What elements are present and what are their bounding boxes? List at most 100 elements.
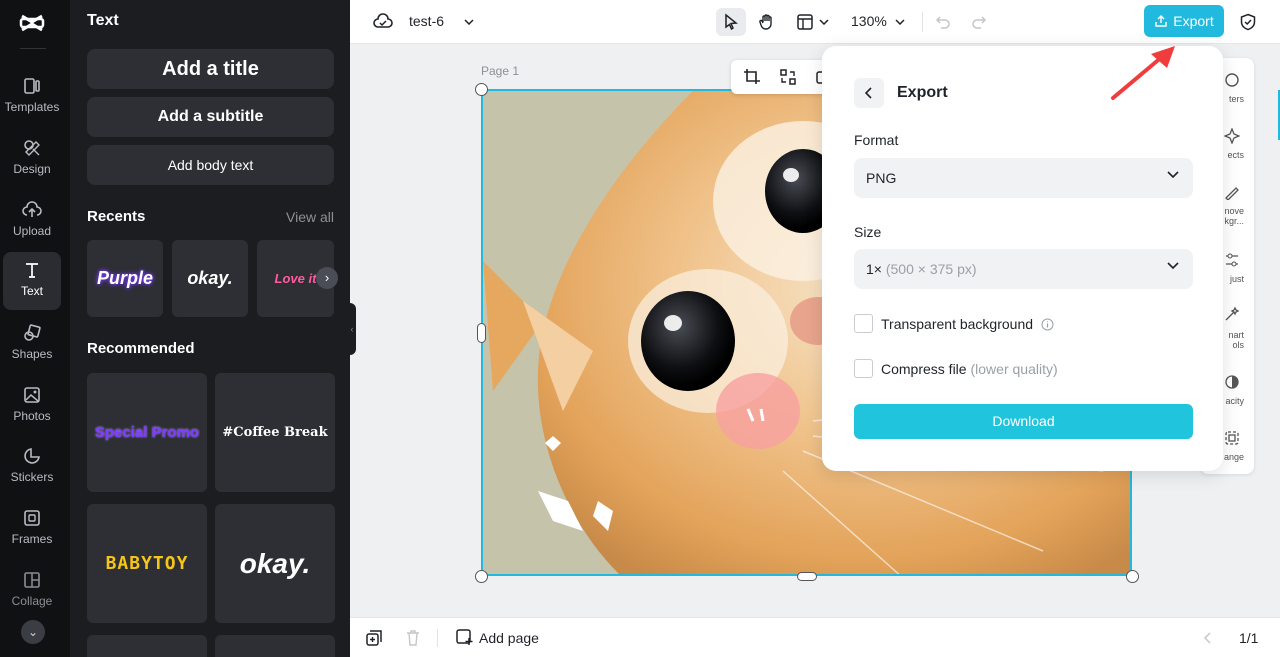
back-button[interactable] [854,78,884,108]
recents-label: Recents [87,208,146,225]
format-select[interactable]: PNG [854,158,1193,198]
format-value: PNG [866,170,897,186]
duplicate-page-icon[interactable] [366,630,382,651]
rail-label: Shapes [11,347,53,361]
rail-label: Templates [4,100,60,114]
resize-handle-bottom[interactable] [797,572,817,581]
stickers-icon [24,448,40,464]
remove-background-icon[interactable] [1224,184,1240,202]
zoom-level[interactable]: 130% [851,13,887,29]
recommended-babytoy[interactable]: BABYTOY [87,504,207,623]
export-dialog-title: Export [897,84,948,101]
effects-icon[interactable] [1223,127,1241,146]
rail-item-text[interactable]: Text [3,252,61,310]
rail-label: Upload [12,224,52,238]
red-arrow-annotation [1111,46,1175,100]
top-toolbar: test-6 130% Export [350,0,1280,44]
project-name[interactable]: test-6 [409,13,444,29]
size-label: Size [854,224,882,240]
chevron-down-icon[interactable] [454,8,484,36]
smart-tools-icon[interactable] [1224,306,1240,324]
download-button[interactable]: Download [854,404,1193,439]
export-label: Export [1173,13,1214,29]
cloud-sync-icon[interactable] [368,8,398,36]
collage-icon [24,572,40,588]
recent-text-purple[interactable]: Purple [87,240,163,317]
chevron-down-icon [1167,262,1179,270]
add-subtitle-button[interactable]: Add a subtitle [87,97,334,137]
rail-label: Photos [13,409,51,423]
resize-handle-bottom-left[interactable] [475,570,488,583]
recommended-tile[interactable] [87,635,207,657]
rail-divider [20,48,46,49]
shield-check-icon[interactable] [1233,8,1263,36]
upload-icon [22,201,42,217]
chevron-down-icon[interactable] [816,8,832,36]
chevron-down-icon[interactable] [891,8,909,36]
undo-icon[interactable] [928,8,958,36]
capcut-logo-icon [17,8,47,38]
page-counter: 1/1 [1239,630,1259,646]
compress-file-checkbox[interactable] [854,359,873,378]
transparent-background-text: Transparent background [881,316,1034,332]
collapse-panel-handle[interactable]: ‹ [348,303,356,355]
add-body-text-button[interactable]: Add body text [87,145,334,185]
redo-icon[interactable] [964,8,994,36]
toolbar-divider [922,12,923,32]
recommended-okay[interactable]: okay. [215,504,335,623]
size-multiplier: 1× [866,261,882,277]
photos-icon [24,387,40,403]
replace-icon[interactable] [779,68,797,91]
view-all-link[interactable]: View all [286,209,334,225]
resize-handle-top-left[interactable] [475,83,488,96]
recommended-tile[interactable] [215,635,335,657]
recommended-special-promo[interactable]: Special Promo [87,373,207,492]
add-page-button[interactable]: Add page [456,629,539,646]
info-icon[interactable] [1041,318,1054,331]
size-select[interactable]: 1× (500 × 375 px) [854,249,1193,289]
recommended-label: Recommended [87,340,195,357]
page-label: Page 1 [481,64,520,78]
chevron-left-icon [865,87,872,99]
resize-handle-bottom-right[interactable] [1126,570,1139,583]
rail-label: Collage [11,594,53,608]
chevron-right-icon[interactable]: › [316,267,338,289]
bottombar-divider [437,629,438,647]
shapes-icon [24,324,41,341]
export-icon [1155,15,1167,27]
recent-text-okay[interactable]: okay. [172,240,248,317]
recommended-coffee-break[interactable]: #Coffee Break [215,373,335,492]
add-page-icon [456,629,473,645]
left-rail: Templates Design Upload Text Shapes Phot… [0,0,70,657]
rail-item-design[interactable]: Design [3,130,61,188]
text-icon [26,263,38,278]
rail-item-upload[interactable]: Upload [3,192,61,250]
rail-item-templates[interactable]: Templates [3,68,61,126]
add-page-label: Add page [479,629,539,646]
hand-pan-icon[interactable] [752,8,782,36]
export-button[interactable]: Export [1144,5,1224,37]
chevron-down-icon[interactable]: ⌄ [21,620,45,644]
rail-label: Frames [11,532,53,546]
rail-label: Design [13,162,51,176]
delete-page-icon[interactable] [406,630,420,651]
rail-item-photos[interactable]: Photos [3,377,61,435]
filters-icon[interactable] [1224,72,1240,90]
floating-image-toolbar [731,60,831,94]
select-cursor-icon[interactable] [716,8,746,36]
compress-file-hint: (lower quality) [970,361,1058,377]
transparent-background-checkbox[interactable] [854,314,873,333]
arrange-icon[interactable] [1224,430,1240,448]
adjust-icon[interactable] [1224,252,1240,270]
chevron-left-icon[interactable] [1203,631,1212,649]
export-dialog: Export Format PNG Size 1× (500 × 375 px)… [822,46,1223,471]
rail-item-stickers[interactable]: Stickers [3,438,61,496]
rail-item-collage[interactable]: Collage [3,562,61,620]
rail-item-frames[interactable]: Frames [3,500,61,558]
transparent-background-label: Transparent background [881,316,1054,332]
opacity-icon[interactable] [1224,374,1240,392]
add-title-button[interactable]: Add a title [87,49,334,89]
rail-item-shapes[interactable]: Shapes [3,315,61,373]
resize-handle-left[interactable] [477,323,486,343]
crop-icon[interactable] [743,68,761,91]
